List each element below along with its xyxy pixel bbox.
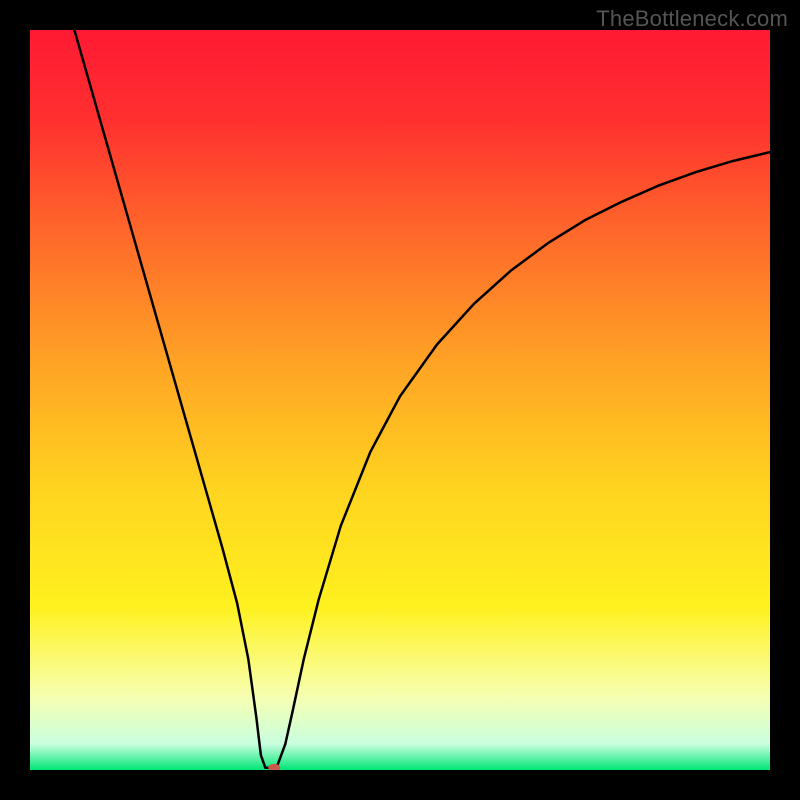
chart-background <box>30 30 770 770</box>
chart-frame: TheBottleneck.com <box>0 0 800 800</box>
chart-svg <box>30 30 770 770</box>
watermark-text: TheBottleneck.com <box>596 6 788 32</box>
plot-area <box>30 30 770 770</box>
